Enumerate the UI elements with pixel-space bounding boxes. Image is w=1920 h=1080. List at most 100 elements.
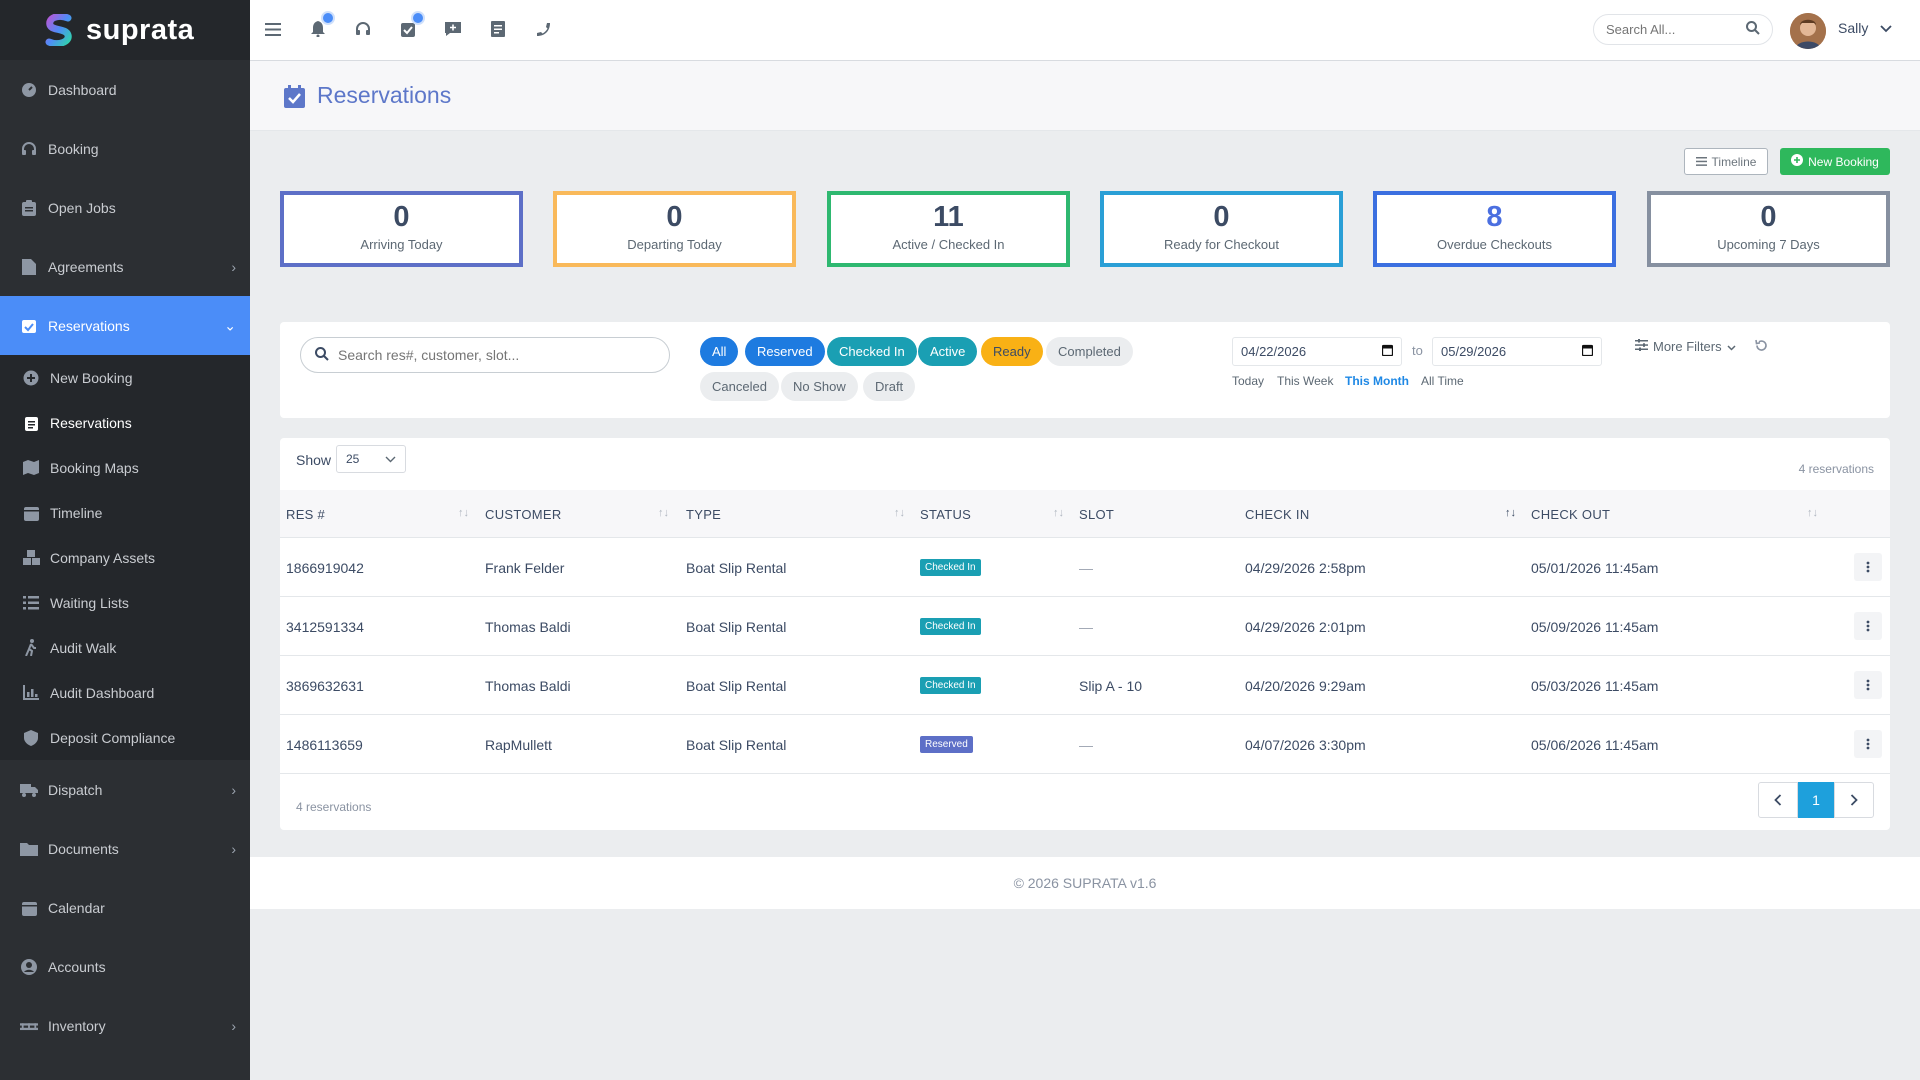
stat-card-overdue-checkouts[interactable]: 8 Overdue Checkouts xyxy=(1373,191,1616,267)
sort-icon[interactable]: ↑↓ xyxy=(458,507,469,519)
sidebar-item-label: Calendar xyxy=(48,899,105,916)
message-plus-icon[interactable] xyxy=(442,18,464,40)
sort-icon[interactable]: ↑↓ xyxy=(658,507,669,519)
column-header-check-in[interactable]: CHECK IN xyxy=(1245,490,1310,538)
column-header-customer[interactable]: CUSTOMER xyxy=(485,490,562,538)
stat-card-arriving-today[interactable]: 0 Arriving Today xyxy=(280,191,523,267)
cell-type: Boat Slip Rental xyxy=(686,677,787,694)
stat-card-upcoming-7-days[interactable]: 0 Upcoming 7 Days xyxy=(1647,191,1890,267)
phone-icon[interactable] xyxy=(532,18,554,40)
table-row[interactable]: 1866919042 Frank Felder Boat Slip Rental… xyxy=(280,538,1890,597)
sidebar-item-agreements[interactable]: Agreements › xyxy=(0,237,250,296)
next-page-button[interactable] xyxy=(1834,782,1874,818)
status-filter-no-show[interactable]: No Show xyxy=(781,372,858,401)
submenu-item-audit-dashboard[interactable]: Audit Dashboard xyxy=(0,670,250,715)
page-button-current[interactable]: 1 xyxy=(1798,782,1834,818)
stat-card-ready-for-checkout[interactable]: 0 Ready for Checkout xyxy=(1100,191,1343,267)
prev-page-button[interactable] xyxy=(1758,782,1798,818)
table-row[interactable]: 1486113659 RapMullett Boat Slip Rental R… xyxy=(280,715,1890,774)
quick-range-this-week[interactable]: This Week xyxy=(1277,374,1333,388)
calendar-icon[interactable] xyxy=(1581,344,1594,359)
user-circle-icon xyxy=(20,958,38,976)
new-booking-button[interactable]: New Booking xyxy=(1780,148,1890,175)
page-size-select[interactable]: 25 xyxy=(336,445,406,473)
table-row[interactable]: 3869632631 Thomas Baldi Boat Slip Rental… xyxy=(280,656,1890,715)
headset-icon[interactable] xyxy=(352,18,374,40)
status-filter-completed[interactable]: Completed xyxy=(1046,337,1133,366)
status-filter-canceled[interactable]: Canceled xyxy=(700,372,779,401)
column-header-type[interactable]: TYPE xyxy=(686,490,721,538)
chevron-down-icon[interactable] xyxy=(1880,20,1892,36)
user-name[interactable]: Sally xyxy=(1838,20,1868,36)
chevron-down-icon xyxy=(1727,339,1736,354)
row-actions-icon[interactable] xyxy=(1854,671,1882,699)
search-icon[interactable] xyxy=(1746,21,1760,38)
reset-filters-icon[interactable] xyxy=(1755,339,1768,355)
cell-res-number: 3412591334 xyxy=(286,618,364,635)
stat-card-departing-today[interactable]: 0 Departing Today xyxy=(553,191,796,267)
row-actions-icon[interactable] xyxy=(1854,553,1882,581)
status-filter-all[interactable]: All xyxy=(700,337,739,366)
row-actions-icon[interactable] xyxy=(1854,730,1882,758)
status-filter-active[interactable]: Active xyxy=(918,337,978,366)
cell-check-in: 04/07/2026 3:30pm xyxy=(1245,736,1366,753)
status-filter-ready[interactable]: Ready xyxy=(981,337,1043,366)
sidebar-item-dispatch[interactable]: Dispatch › xyxy=(0,760,250,819)
global-search[interactable] xyxy=(1593,14,1773,45)
global-search-input[interactable] xyxy=(1606,22,1746,37)
sidebar-item-dashboard[interactable]: Dashboard xyxy=(0,60,250,119)
reservation-search[interactable] xyxy=(300,337,670,373)
submenu-item-timeline[interactable]: Timeline xyxy=(0,490,250,535)
quick-range-this-month[interactable]: This Month xyxy=(1345,374,1409,388)
submenu-item-new-booking[interactable]: New Booking xyxy=(0,355,250,400)
column-header-res[interactable]: RES # xyxy=(286,490,325,538)
submenu-item-booking-maps[interactable]: Booking Maps xyxy=(0,445,250,490)
status-filter-draft[interactable]: Draft xyxy=(863,372,916,401)
sidebar-item-reservations[interactable]: Reservations ⌄ xyxy=(0,296,250,355)
sort-icon[interactable]: ↑↓ xyxy=(1807,507,1818,519)
date-from-field[interactable]: 04/22/2026 xyxy=(1232,337,1402,366)
sidebar-item-open-jobs[interactable]: Open Jobs xyxy=(0,178,250,237)
sidebar-item-documents[interactable]: Documents › xyxy=(0,819,250,878)
sort-desc-icon[interactable]: ↑↓ xyxy=(1505,507,1516,519)
gauge-icon xyxy=(20,81,38,99)
bell-icon[interactable] xyxy=(307,11,335,40)
brand[interactable]: suprata xyxy=(0,0,250,60)
sidebar-item-inventory[interactable]: Inventory › xyxy=(0,996,250,1055)
avatar[interactable] xyxy=(1790,13,1826,49)
status-badge: Checked In xyxy=(920,559,981,576)
column-header-slot: SLOT xyxy=(1079,506,1115,522)
ledger-icon[interactable] xyxy=(487,18,509,40)
sidebar-item-calendar[interactable]: Calendar xyxy=(0,878,250,937)
submenu-item-reservations[interactable]: Reservations xyxy=(0,400,250,445)
more-filters-button[interactable]: More Filters xyxy=(1635,339,1736,354)
reservation-search-input[interactable] xyxy=(338,347,658,363)
submenu-item-deposit-compliance[interactable]: Deposit Compliance xyxy=(0,715,250,760)
sidebar-item-booking[interactable]: Booking xyxy=(0,119,250,178)
hamburger-menu-icon[interactable] xyxy=(262,18,284,40)
chart-icon xyxy=(22,684,40,702)
quick-range-all-time[interactable]: All Time xyxy=(1421,374,1464,388)
submenu-item-waiting-lists[interactable]: Waiting Lists xyxy=(0,580,250,625)
stat-label: Arriving Today xyxy=(360,237,443,252)
table-row[interactable]: 3412591334 Thomas Baldi Boat Slip Rental… xyxy=(280,597,1890,656)
status-filter-reserved[interactable]: Reserved xyxy=(745,337,825,366)
new-booking-button-label: New Booking xyxy=(1808,154,1879,169)
column-header-status[interactable]: STATUS xyxy=(920,490,971,538)
boxes-icon xyxy=(22,549,40,567)
task-check-icon[interactable] xyxy=(397,11,425,40)
calendar-icon[interactable] xyxy=(1381,344,1394,359)
column-header-check-out[interactable]: CHECK OUT xyxy=(1531,490,1610,538)
stat-value: 11 xyxy=(933,201,964,233)
row-actions-icon[interactable] xyxy=(1854,612,1882,640)
sort-icon[interactable]: ↑↓ xyxy=(1053,507,1064,519)
quick-range-today[interactable]: Today xyxy=(1232,374,1264,388)
sidebar-item-accounts[interactable]: Accounts xyxy=(0,937,250,996)
status-filter-checked-in[interactable]: Checked In xyxy=(827,337,917,366)
date-to-field[interactable]: 05/29/2026 xyxy=(1432,337,1602,366)
submenu-item-company-assets[interactable]: Company Assets xyxy=(0,535,250,580)
sort-icon[interactable]: ↑↓ xyxy=(894,507,905,519)
submenu-item-audit-walk[interactable]: Audit Walk xyxy=(0,625,250,670)
stat-card-active-checked-in[interactable]: 11 Active / Checked In xyxy=(827,191,1070,267)
timeline-button[interactable]: Timeline xyxy=(1684,148,1768,175)
